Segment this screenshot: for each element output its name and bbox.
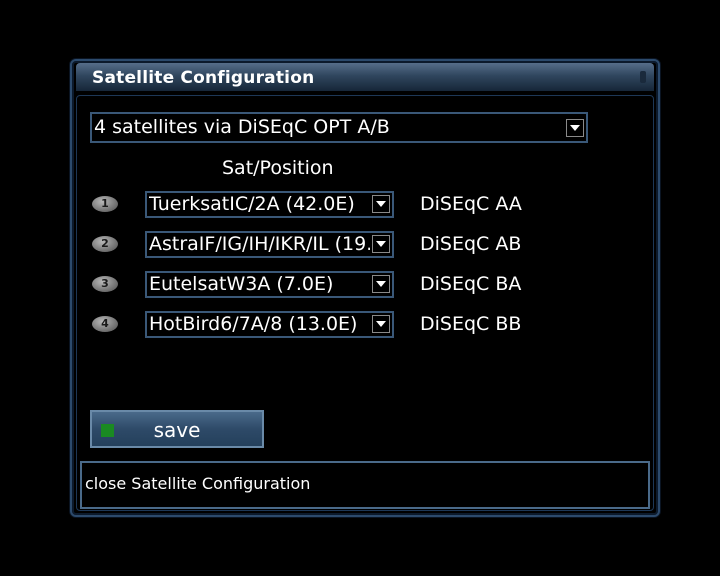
- row-number-badge: 3: [92, 276, 118, 292]
- satellite-select-value: HotBird6/7A/8 (13.0E): [149, 313, 358, 335]
- chevron-down-icon[interactable]: [372, 195, 390, 213]
- status-text: close Satellite Configuration: [85, 474, 311, 493]
- row-number-badge: 4: [92, 316, 118, 332]
- save-button-label: save: [153, 418, 201, 442]
- chevron-down-icon[interactable]: [372, 235, 390, 253]
- satellite-mode-value: 4 satellites via DiSEqC OPT A/B: [94, 116, 390, 138]
- row-number-badge: 1: [92, 196, 118, 212]
- status-box: close Satellite Configuration: [80, 461, 650, 509]
- diseqc-label-2: DiSEqC AB: [420, 233, 522, 255]
- satellite-select-2[interactable]: AstraIF/IG/IH/IKR/IL (19.2E: [145, 231, 394, 258]
- diseqc-label-4: DiSEqC BB: [420, 313, 522, 335]
- sat-position-heading: Sat/Position: [222, 157, 334, 179]
- satellite-select-value: AstraIF/IG/IH/IKR/IL (19.2E: [149, 233, 370, 255]
- satellite-select-value: EutelsatW3A (7.0E): [149, 273, 334, 295]
- satellite-mode-select[interactable]: 4 satellites via DiSEqC OPT A/B: [90, 112, 588, 143]
- content-panel: [76, 95, 654, 511]
- window-title: Satellite Configuration: [92, 68, 315, 88]
- chevron-down-icon[interactable]: [566, 119, 584, 137]
- satellite-select-1[interactable]: TuerksatIC/2A (42.0E): [145, 191, 394, 218]
- diseqc-label-1: DiSEqC AA: [420, 193, 522, 215]
- chevron-down-icon[interactable]: [372, 315, 390, 333]
- title-bar-accent: [640, 71, 646, 83]
- chevron-down-icon[interactable]: [372, 275, 390, 293]
- row-number-badge: 2: [92, 236, 118, 252]
- satellite-select-value: TuerksatIC/2A (42.0E): [149, 193, 355, 215]
- satellite-select-3[interactable]: EutelsatW3A (7.0E): [145, 271, 394, 298]
- title-bar: Satellite Configuration: [76, 63, 654, 91]
- diseqc-label-3: DiSEqC BA: [420, 273, 522, 295]
- save-button[interactable]: save: [90, 410, 264, 448]
- satellite-select-4[interactable]: HotBird6/7A/8 (13.0E): [145, 311, 394, 338]
